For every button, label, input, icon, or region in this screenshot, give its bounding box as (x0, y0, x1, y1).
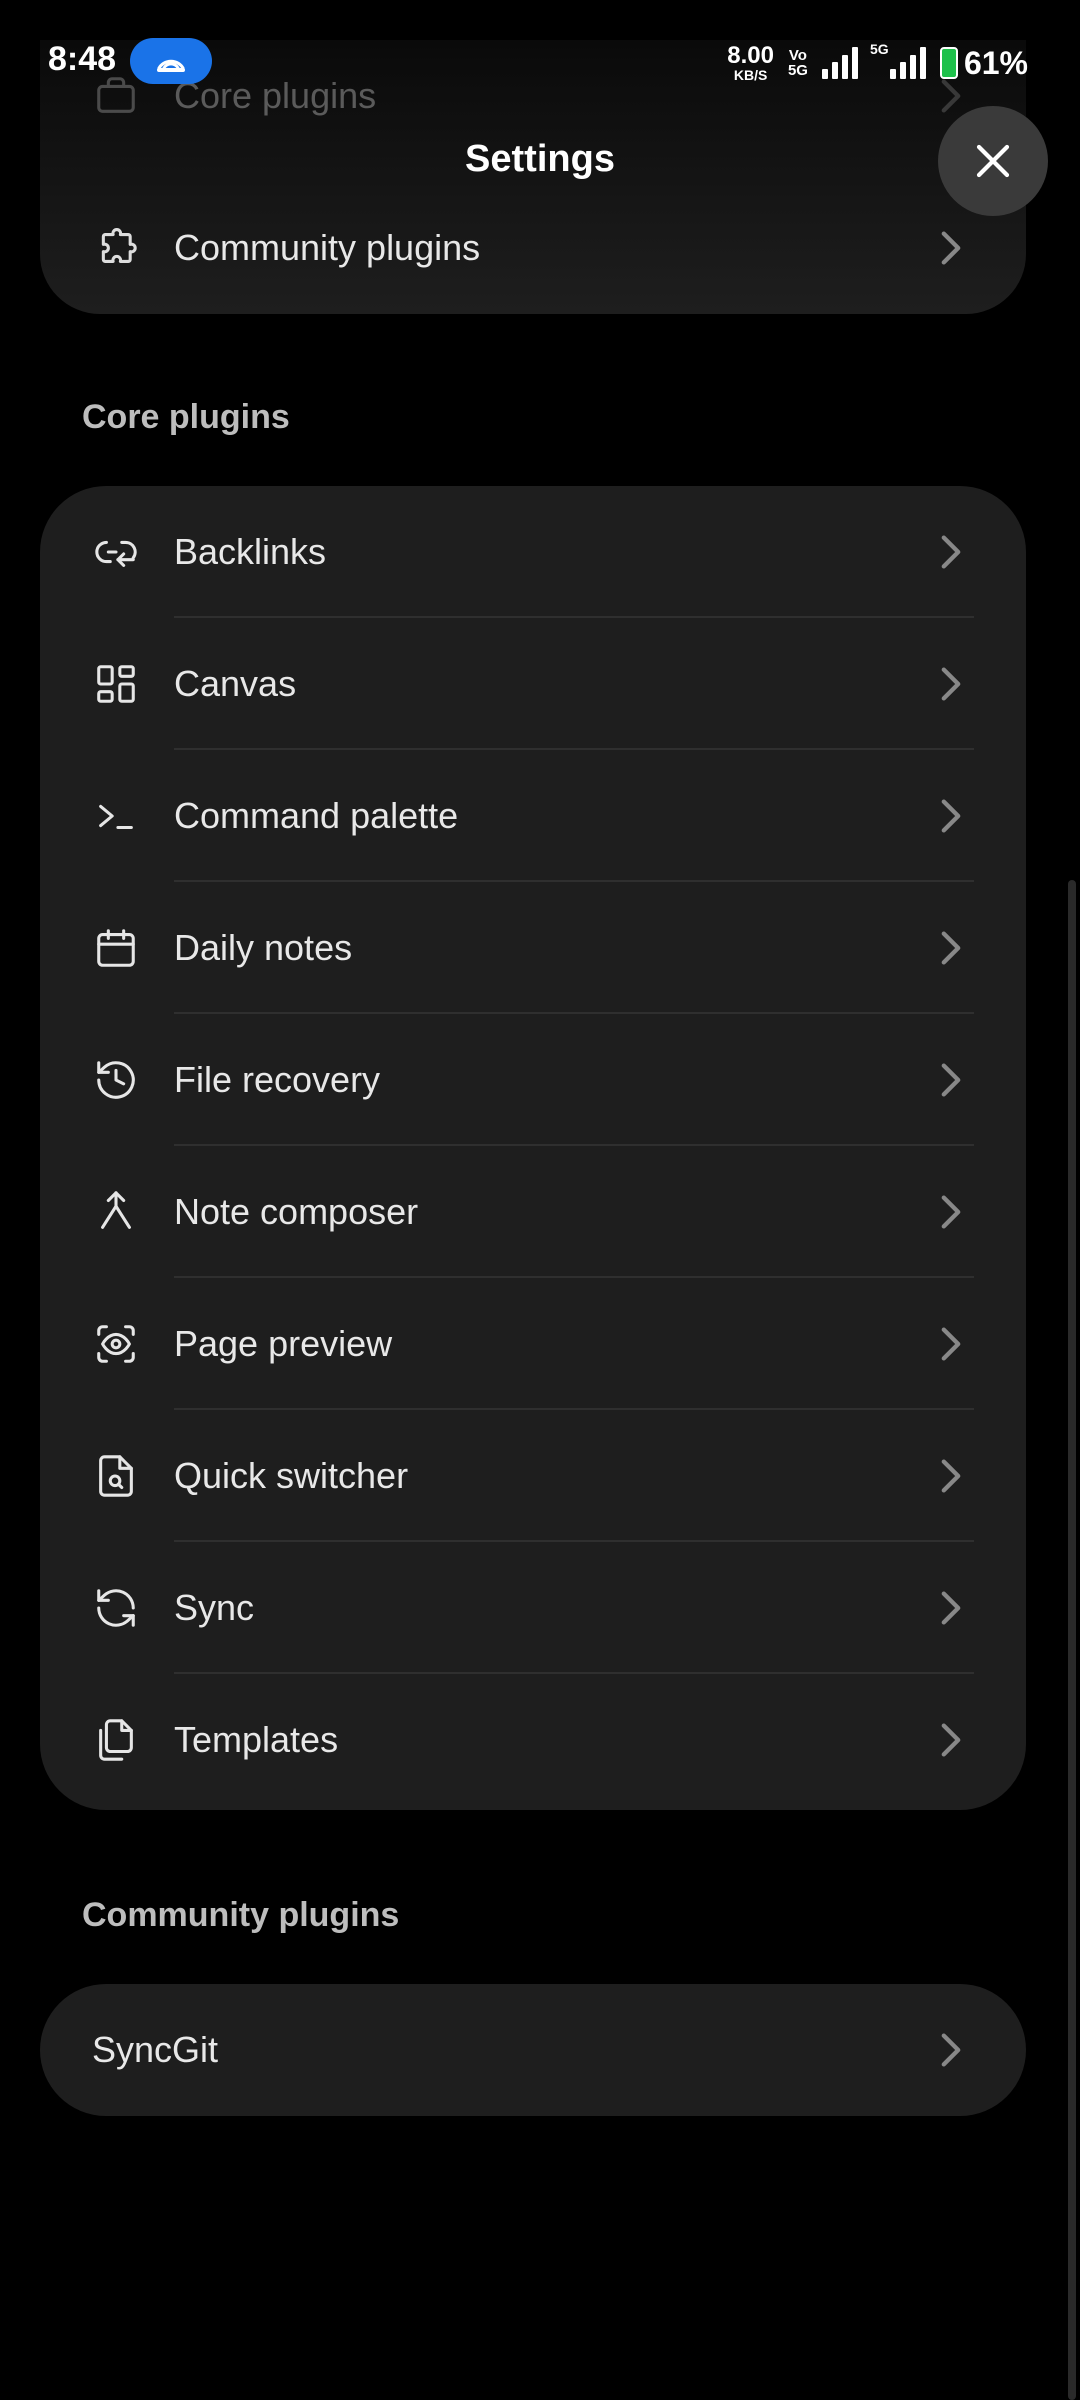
plugin-item-label: Note composer (174, 1191, 419, 1232)
community-plugins-card: SyncGit (40, 1984, 1026, 2116)
core-plugins-card: Backlinks Canvas Command palette Daily n… (40, 486, 1026, 1810)
sync-icon (92, 1584, 140, 1632)
chevron-right-icon (936, 228, 966, 268)
file-search-icon (92, 1452, 140, 1500)
files-icon (92, 1716, 140, 1764)
network-speed: 8.00 KB/S (727, 42, 774, 83)
calendar-icon (92, 924, 140, 972)
plugin-item-templates[interactable]: Templates (40, 1674, 1026, 1806)
close-button[interactable] (938, 106, 1048, 216)
plugin-item-label: Templates (174, 1719, 339, 1760)
chevron-right-icon (936, 1060, 966, 1100)
layout-dashboard-icon (92, 660, 140, 708)
history-icon (92, 1056, 140, 1104)
plugin-item-canvas[interactable]: Canvas (40, 618, 1026, 750)
plugin-item-command-palette[interactable]: Command palette (40, 750, 1026, 882)
nav-item-community-plugins[interactable]: Community plugins (40, 182, 1026, 314)
plugin-item-file-recovery[interactable]: File recovery (40, 1014, 1026, 1146)
status-bar: 8:48 8.00 KB/S Vo 5G 5G 61% (0, 0, 1080, 122)
plugin-item-quick-switcher[interactable]: Quick switcher (40, 1410, 1026, 1542)
hotspot-icon (157, 59, 185, 72)
status-time: 8:48 (48, 40, 117, 78)
chevron-right-icon (936, 1588, 966, 1628)
signal-5g-icon: 5G (870, 41, 926, 79)
plugin-item-sync[interactable]: Sync (40, 1542, 1026, 1674)
chevron-right-icon (936, 532, 966, 572)
chevron-right-icon (936, 664, 966, 704)
terminal-icon (92, 792, 140, 840)
close-icon (976, 144, 1010, 178)
scan-eye-icon (92, 1320, 140, 1368)
plugin-item-label: Daily notes (174, 927, 353, 968)
network-speed-unit: KB/S (733, 67, 768, 83)
chevron-right-icon (936, 1192, 966, 1232)
plugin-item-note-composer[interactable]: Note composer (40, 1146, 1026, 1278)
plugin-item-label: Quick switcher (174, 1455, 409, 1496)
volte-indicator: Vo 5G (788, 48, 808, 78)
signal-strength-icon (821, 47, 858, 79)
plugin-item-page-preview[interactable]: Page preview (40, 1278, 1026, 1410)
chevron-right-icon (936, 928, 966, 968)
plugin-item-syncgit[interactable]: SyncGit (40, 1984, 1026, 2116)
network-speed-value: 8.00 (727, 42, 774, 69)
plugin-item-backlinks[interactable]: Backlinks (40, 486, 1026, 618)
puzzle-icon (92, 224, 140, 272)
chevron-right-icon (936, 1456, 966, 1496)
status-icons: 8.00 KB/S Vo 5G 5G 61% (727, 38, 1028, 88)
nav-item-label: Community plugins (174, 227, 481, 268)
plugin-item-label: Canvas (174, 663, 297, 704)
battery-indicator: 61% (939, 44, 1028, 82)
five-g-label: 5G (869, 41, 889, 57)
chevron-right-icon (936, 1324, 966, 1364)
plugin-item-label: SyncGit (92, 2029, 219, 2070)
battery-percent: 61% (963, 44, 1028, 81)
chevron-right-icon (936, 1720, 966, 1760)
plugin-item-label: File recovery (174, 1059, 381, 1100)
plugin-item-label: Page preview (174, 1323, 393, 1364)
hotspot-indicator[interactable] (130, 38, 212, 84)
scrollbar[interactable] (1068, 880, 1076, 2400)
plugin-item-label: Command palette (174, 795, 459, 836)
chevron-right-icon (936, 2030, 966, 2070)
merge-icon (92, 1188, 140, 1236)
backlink-icon (92, 528, 140, 576)
page-title: Settings (465, 138, 615, 180)
core-plugins-heading: Core plugins (82, 398, 290, 436)
plugin-item-daily-notes[interactable]: Daily notes (40, 882, 1026, 1014)
plugin-item-label: Sync (174, 1587, 255, 1628)
battery-icon (939, 47, 958, 79)
volte-top: Vo (788, 47, 807, 64)
community-plugins-heading: Community plugins (82, 1896, 400, 1934)
chevron-right-icon (936, 796, 966, 836)
volte-bottom: 5G (787, 62, 808, 79)
settings-screen: 8:48 8.00 KB/S Vo 5G 5G 61% Core plugins… (0, 0, 1080, 2400)
plugin-item-label: Backlinks (174, 531, 327, 572)
